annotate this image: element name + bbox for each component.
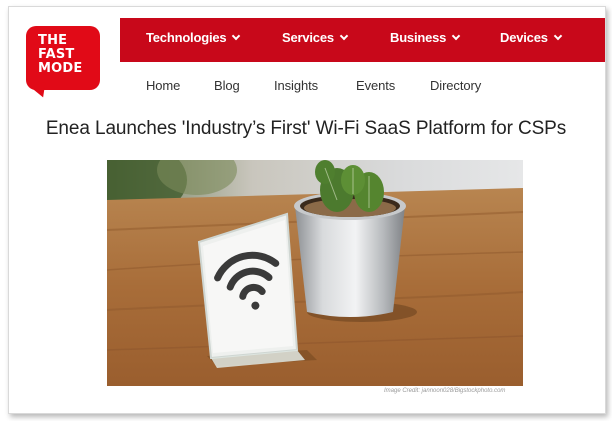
secondary-nav: Home Blog Insights Events Directory — [0, 78, 612, 98]
nav-item-label: Devices — [500, 30, 548, 45]
nav-item-label: Technologies — [146, 30, 227, 45]
nav-item-business[interactable]: Business — [390, 30, 461, 45]
article-headline[interactable]: Enea Launches 'Industry’s First' Wi-Fi S… — [0, 118, 612, 140]
nav-item-services[interactable]: Services — [282, 30, 349, 45]
subnav-home[interactable]: Home — [146, 78, 180, 93]
nav-item-label: Services — [282, 30, 334, 45]
nav-item-devices[interactable]: Devices — [500, 30, 562, 45]
chevron-down-icon — [339, 31, 349, 41]
chevron-down-icon — [553, 31, 562, 41]
subnav-blog[interactable]: Blog — [214, 78, 240, 93]
subnav-events[interactable]: Events — [356, 78, 395, 93]
subnav-directory[interactable]: Directory — [430, 78, 481, 93]
chevron-down-icon — [232, 31, 241, 41]
logo-text: THE FAST MODE — [38, 34, 82, 76]
article-hero-image — [107, 160, 523, 386]
chevron-down-icon — [451, 31, 461, 41]
logo-line-fast: FAST — [38, 47, 75, 62]
subnav-insights[interactable]: Insights — [274, 78, 318, 93]
logo-line-the: THE — [38, 33, 68, 48]
nav-item-technologies[interactable]: Technologies — [146, 30, 241, 45]
main-nav-bar: Technologies Services Business Devices — [120, 18, 605, 62]
nav-item-label: Business — [390, 30, 447, 45]
image-credit: Image Credit: jannoon028/Bigstockphoto.c… — [384, 388, 506, 394]
logo-line-mode: MODE — [38, 61, 83, 76]
